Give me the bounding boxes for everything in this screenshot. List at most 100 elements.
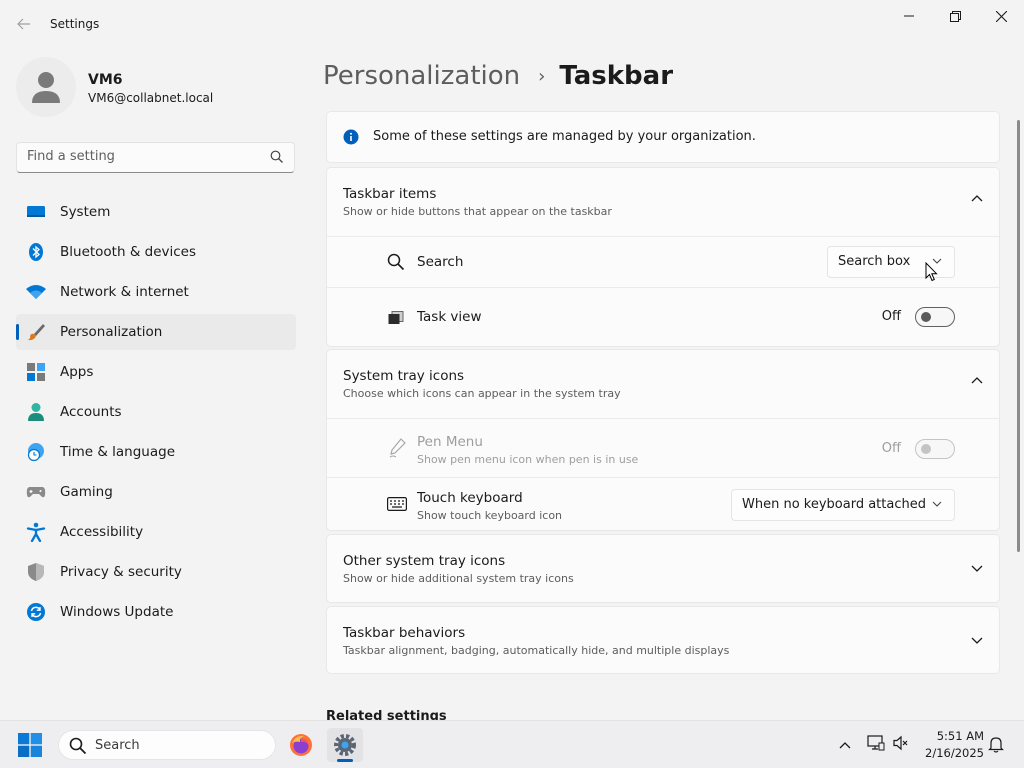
avatar <box>16 57 76 117</box>
apps-icon <box>27 363 45 381</box>
chevron-up-icon[interactable] <box>839 741 851 749</box>
brush-icon <box>28 324 45 341</box>
app-title: Settings <box>50 17 100 31</box>
network-icon[interactable] <box>867 735 885 751</box>
dropdown-value: When no keyboard attached <box>742 497 926 512</box>
system-icon <box>27 206 45 217</box>
touch-keyboard-dropdown[interactable]: When no keyboard attached <box>731 489 955 521</box>
windows-taskbar: Search 5:51 AM 2/16/2025 <box>0 720 1024 768</box>
sidebar-item-label: Gaming <box>60 484 113 500</box>
notification-bell-icon[interactable] <box>988 736 1004 753</box>
other-tray-icons-group[interactable]: Other system tray icons Show or hide add… <box>326 534 1000 603</box>
breadcrumb-separator: › <box>538 65 546 87</box>
shield-icon <box>28 563 44 581</box>
sidebar-item-time-language[interactable]: Time & language <box>16 434 296 470</box>
touch-keyboard-row: Touch keyboard Show touch keyboard icon … <box>327 477 999 531</box>
firefox-icon <box>290 734 312 756</box>
sidebar-item-personalization[interactable]: Personalization <box>16 314 296 350</box>
mouse-cursor-icon <box>925 262 938 282</box>
sidebar-item-label: Privacy & security <box>60 564 182 580</box>
info-icon <box>343 129 359 145</box>
system-tray-group: System tray icons Choose which icons can… <box>326 349 1000 531</box>
settings-search[interactable] <box>16 142 295 173</box>
sidebar-item-privacy[interactable]: Privacy & security <box>16 554 296 590</box>
sidebar-item-windows-update[interactable]: Windows Update <box>16 594 296 630</box>
page-title: Taskbar <box>559 61 674 91</box>
group-subtitle: Choose which icons can appear in the sys… <box>343 387 621 400</box>
taskbar-behaviors-group[interactable]: Taskbar behaviors Taskbar alignment, bad… <box>326 606 1000 674</box>
group-subtitle: Taskbar alignment, badging, automaticall… <box>343 644 730 657</box>
scrollbar[interactable] <box>1017 120 1020 552</box>
user-profile[interactable]: VM6 VM6@collabnet.local <box>16 57 296 117</box>
dropdown-value: Search box <box>838 254 911 269</box>
toggle-knob <box>921 312 931 322</box>
windows-start-icon[interactable] <box>18 733 42 757</box>
person-icon <box>28 403 44 421</box>
task-view-toggle[interactable] <box>915 307 955 327</box>
update-icon <box>27 603 45 621</box>
pen-icon <box>389 438 406 458</box>
chevron-up-icon[interactable] <box>971 376 983 384</box>
person-placeholder-icon <box>32 72 60 103</box>
taskbar-items-header[interactable]: Taskbar items Show or hide buttons that … <box>327 168 999 236</box>
sidebar-item-label: Network & internet <box>60 284 189 300</box>
restore-button[interactable] <box>932 0 978 32</box>
taskbar-clock-date[interactable]: 2/16/2025 <box>916 746 984 760</box>
taskbar-app-settings[interactable] <box>327 728 363 762</box>
managed-notice: Some of these settings are managed by yo… <box>326 111 1000 163</box>
sidebar-item-accounts[interactable]: Accounts <box>16 394 296 430</box>
sidebar-item-gaming[interactable]: Gaming <box>16 474 296 510</box>
user-email: VM6@collabnet.local <box>88 91 214 105</box>
globe-clock-icon <box>27 443 44 462</box>
toggle-knob <box>921 444 931 454</box>
chevron-down-icon <box>932 501 942 507</box>
sidebar-item-apps[interactable]: Apps <box>16 354 296 390</box>
taskbar-search-label: Search <box>95 738 140 753</box>
pen-menu-toggle[interactable] <box>915 439 955 459</box>
taskbar-items-group: Taskbar items Show or hide buttons that … <box>326 167 1000 347</box>
restore-icon <box>949 10 961 22</box>
group-title: System tray icons <box>343 368 465 384</box>
minimize-button[interactable] <box>886 0 932 32</box>
taskbar-search[interactable]: Search <box>58 730 276 760</box>
group-subtitle: Show or hide additional system tray icon… <box>343 572 574 585</box>
gamepad-icon <box>26 487 46 498</box>
sidebar-item-bluetooth[interactable]: Bluetooth & devices <box>16 234 296 270</box>
volume-muted-icon[interactable] <box>893 735 909 751</box>
sidebar-item-network[interactable]: Network & internet <box>16 274 296 310</box>
sidebar-item-accessibility[interactable]: Accessibility <box>16 514 296 550</box>
group-title: Taskbar items <box>343 186 437 202</box>
keyboard-icon <box>387 497 407 511</box>
sidebar-item-label: Windows Update <box>60 604 174 620</box>
back-arrow-icon <box>17 18 30 30</box>
minimize-icon <box>904 15 914 17</box>
search-input[interactable] <box>27 149 257 164</box>
toggle-state-text: Off <box>881 309 901 324</box>
group-subtitle: Show or hide buttons that appear on the … <box>343 205 612 218</box>
wifi-icon <box>26 285 46 299</box>
sidebar-item-label: Accounts <box>60 404 122 420</box>
chevron-down-icon[interactable] <box>971 565 983 573</box>
sidebar-item-system[interactable]: System <box>16 194 296 230</box>
close-button[interactable] <box>978 0 1024 32</box>
title-bar: Settings <box>0 0 1024 48</box>
breadcrumb-parent[interactable]: Personalization <box>323 61 520 91</box>
search-icon <box>69 737 87 755</box>
notice-text: Some of these settings are managed by yo… <box>373 129 756 144</box>
user-name: VM6 <box>88 72 123 88</box>
sidebar-item-label: Bluetooth & devices <box>60 244 197 260</box>
group-title: Taskbar behaviors <box>343 625 466 641</box>
breadcrumb: Personalization › Taskbar <box>323 58 673 94</box>
system-tray-header[interactable]: System tray icons Choose which icons can… <box>327 350 999 418</box>
task-view-label: Task view <box>417 309 482 325</box>
taskbar-clock-time[interactable]: 5:51 AM <box>928 729 984 743</box>
chevron-down-icon[interactable] <box>971 637 983 645</box>
chevron-up-icon[interactable] <box>971 194 983 202</box>
search-icon <box>387 253 405 271</box>
bluetooth-icon <box>29 243 43 261</box>
search-icon[interactable] <box>270 150 284 164</box>
accessibility-icon <box>26 522 46 542</box>
taskbar-app-firefox[interactable] <box>283 728 319 762</box>
back-button[interactable] <box>10 12 38 36</box>
touch-keyboard-subtitle: Show touch keyboard icon <box>417 509 563 522</box>
